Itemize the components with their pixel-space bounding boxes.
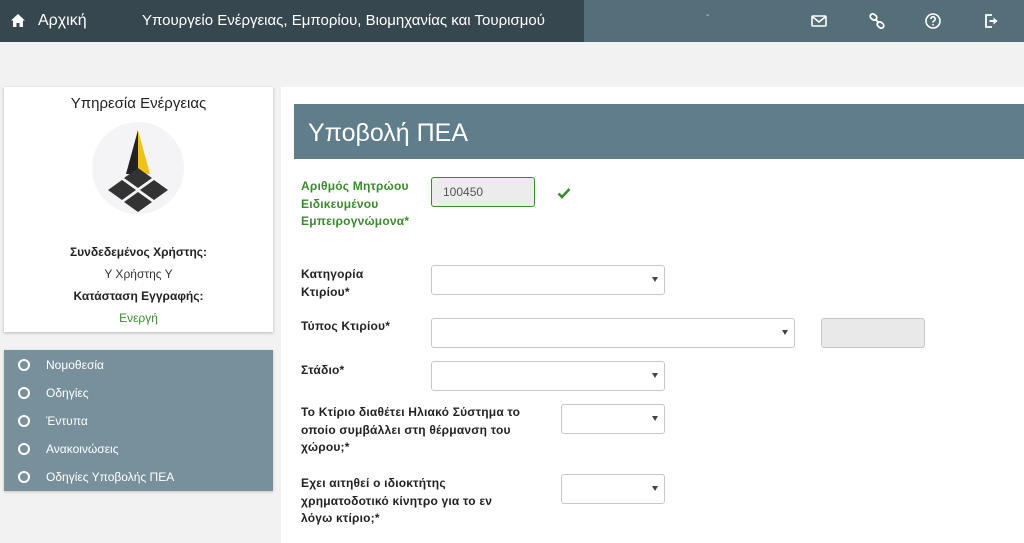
connected-user-value: Υ Χρήστης Υ: [104, 267, 173, 281]
building-category-label: Κατηγορία Κτιρίου*: [301, 267, 364, 299]
circle-icon: [18, 443, 30, 455]
registry-number-input[interactable]: 100450: [431, 177, 535, 207]
link-icon: [869, 12, 885, 30]
sidebar-item-label: Οδηγίες: [46, 386, 89, 400]
sidebar-item-label: Νομοθεσία: [46, 358, 104, 372]
building-type-label: Τύπος Κτιρίου*: [301, 319, 391, 333]
registration-status-value: Ενεργή: [119, 311, 158, 325]
building-type-select[interactable]: [431, 318, 795, 348]
solar-system-label: Το Κτίριο διαθέτει Ηλιακό Σύστημα το οπο…: [301, 405, 521, 454]
sidebar-item-forms[interactable]: Έντυπα: [4, 407, 273, 435]
sidebar-item-label: Έντυπα: [46, 414, 88, 428]
sidebar-item-announcements[interactable]: Ανακοινώσεις: [4, 435, 273, 463]
circle-icon: [18, 471, 30, 483]
sidebar-item-instructions[interactable]: Οδηγίες: [4, 379, 273, 407]
form-header: Υποβολή ΠΕΑ: [294, 104, 1024, 159]
solar-system-select[interactable]: [561, 404, 665, 434]
home-link[interactable]: Αρχική: [10, 10, 87, 32]
home-label: Αρχική: [38, 12, 87, 29]
navbar-dot: -: [706, 10, 710, 21]
profile-card: Υπηρεσία Ενέργειας Συνδεδεμένος Χρήστης:…: [4, 87, 273, 332]
stage-label: Στάδιο*: [301, 363, 345, 377]
sidebar-menu: Νομοθεσία Οδηγίες Έντυπα Ανακοινώσεις Οδ…: [4, 350, 273, 491]
circle-icon: [18, 359, 30, 371]
logout-button[interactable]: [980, 10, 1002, 32]
caret-down-icon: [652, 373, 658, 378]
building-category-select[interactable]: [431, 265, 665, 295]
caret-down-icon: [652, 416, 658, 421]
question-icon: [925, 13, 941, 29]
sidebar-item-label: Οδηγίες Υποβολής ΠΕΑ: [46, 470, 175, 484]
sign-out-icon: [985, 14, 998, 28]
sidebar-item-legislation[interactable]: Νομοθεσία: [4, 351, 273, 379]
home-icon: [11, 14, 25, 27]
caret-down-icon: [652, 277, 658, 282]
funding-incentive-select[interactable]: [561, 474, 665, 504]
help-button[interactable]: [922, 10, 944, 32]
circle-icon: [18, 415, 30, 427]
caret-down-icon: [652, 486, 658, 491]
mail-button[interactable]: [808, 10, 830, 32]
page-title: Υποβολή ΠΕΑ: [308, 119, 469, 147]
main-panel: Υποβολή ΠΕΑ Αριθμός Μητρώου Ειδικευμένου…: [281, 87, 1024, 543]
registry-number-label: Αριθμός Μητρώου Ειδικευμένου Εμπειρογνώμ…: [301, 179, 410, 228]
envelope-icon: [811, 15, 827, 27]
registration-status-label: Κατάσταση Εγγραφής:: [73, 289, 204, 303]
top-navbar: Αρχική Υπουργείο Ενέργειας, Εμπορίου, Βι…: [0, 0, 1024, 42]
circle-icon: [18, 387, 30, 399]
sidebar-item-submission-instructions[interactable]: Οδηγίες Υποβολής ΠΕΑ: [4, 463, 273, 491]
connected-user-label: Συνδεδεμένος Χρήστης:: [69, 245, 208, 259]
link-button[interactable]: [866, 10, 888, 32]
ministry-title: Υπουργείο Ενέργειας, Εμπορίου, Βιομηχανί…: [142, 12, 545, 29]
caret-down-icon: [782, 330, 788, 335]
stage-select[interactable]: [431, 361, 665, 391]
service-logo: [92, 122, 184, 214]
building-type-code-input: [821, 318, 925, 348]
sidebar-item-label: Ανακοινώσεις: [46, 442, 119, 456]
diamond-logo-icon: [108, 130, 168, 212]
funding-incentive-label: Εχει αιτηθεί ο ιδιοκτήτης χρηματοδοτικό …: [301, 476, 493, 525]
service-title: Υπηρεσία Ενέργειας: [70, 95, 207, 112]
check-icon: [557, 188, 571, 199]
